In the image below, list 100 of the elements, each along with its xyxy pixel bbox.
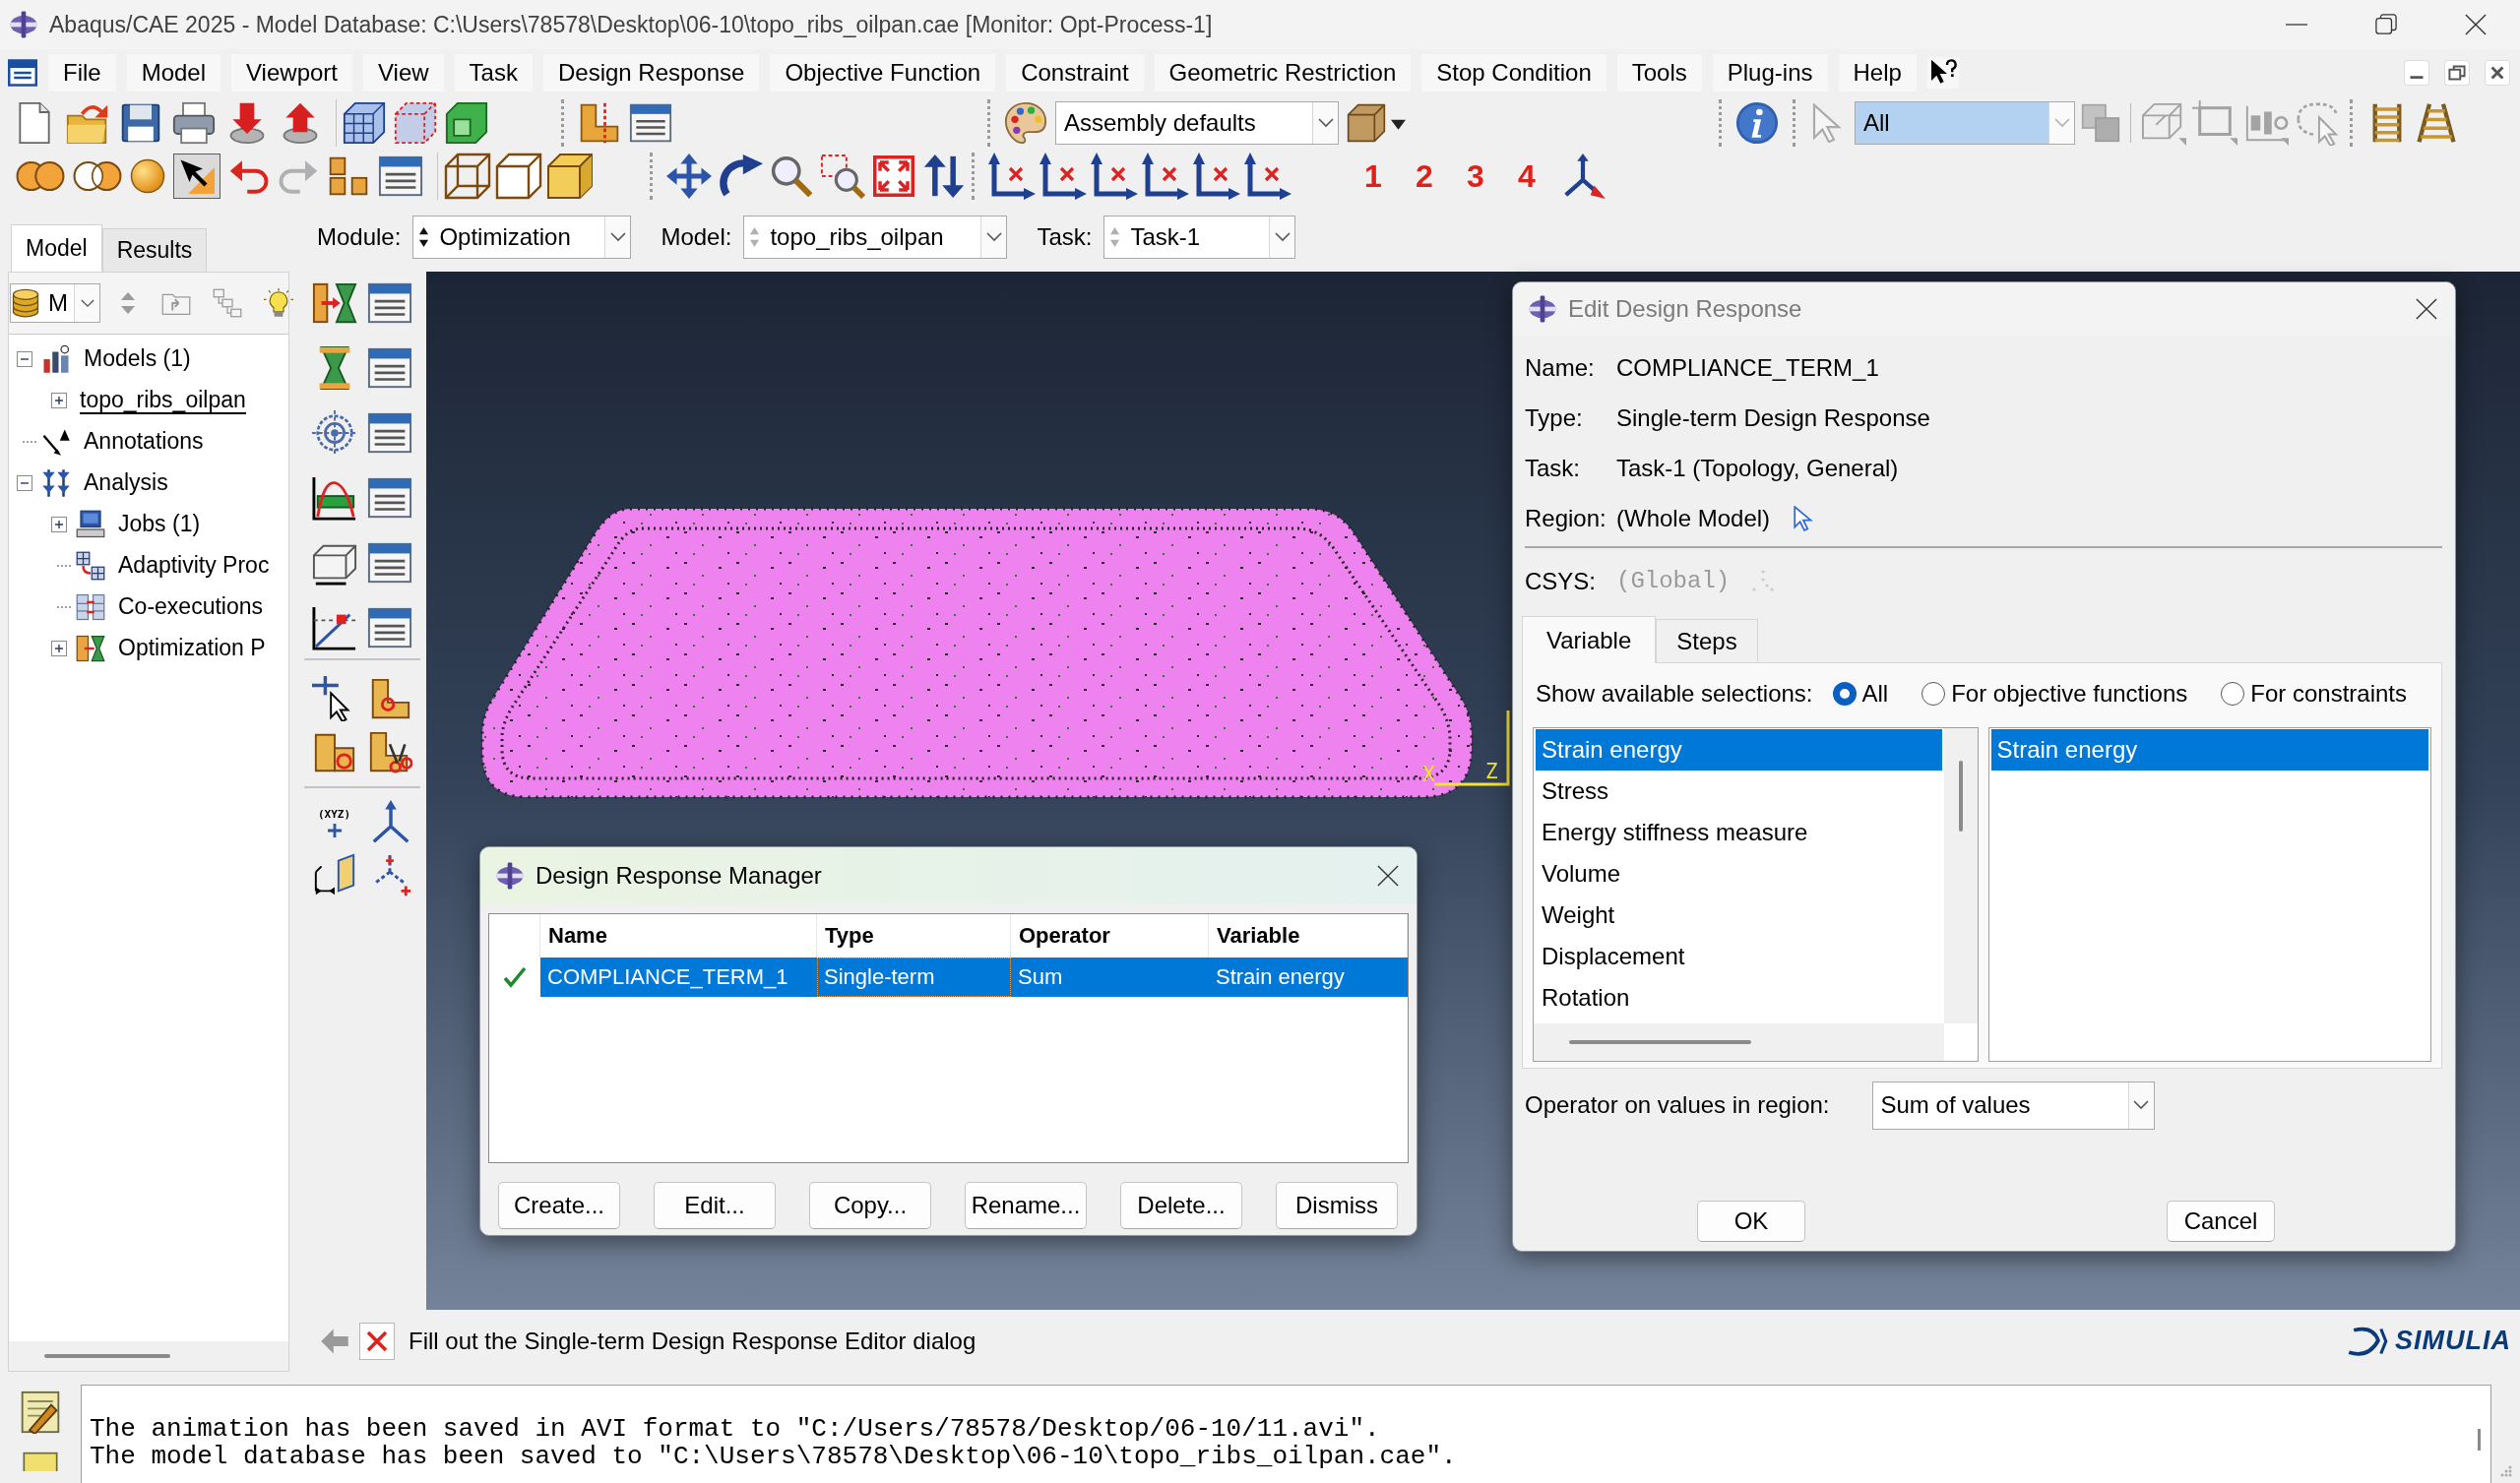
scrollbar[interactable] (9, 1341, 288, 1371)
list-item[interactable]: Strain energy (1990, 729, 2428, 771)
context-combo[interactable]: Optimization (412, 216, 632, 259)
plus-icon[interactable] (327, 824, 342, 837)
split-load-icon[interactable] (311, 280, 357, 326)
menu-item[interactable]: Model (126, 54, 221, 92)
dialog-button[interactable]: Create... (498, 1182, 620, 1229)
dialog-button[interactable]: Delete... (1120, 1182, 1242, 1229)
cancel-button[interactable] (359, 1322, 395, 1360)
close-icon[interactable] (2464, 14, 2487, 35)
dialog-button[interactable]: OK (1697, 1201, 1805, 1242)
caret-icon[interactable] (1317, 118, 1334, 128)
fit-view-icon[interactable] (873, 155, 914, 197)
dialog-button[interactable]: Dismiss (1276, 1182, 1398, 1229)
resize-grip-icon[interactable] (2499, 1465, 2512, 1477)
view-button[interactable]: 1 (1350, 154, 1397, 199)
list-item[interactable]: Strain energy (1536, 729, 1942, 771)
radio-circle-icon[interactable] (1922, 682, 1946, 706)
dashed-cube-icon[interactable] (394, 101, 437, 145)
list-item[interactable]: Weight (1536, 895, 1942, 936)
caret-icon[interactable] (1274, 232, 1291, 242)
magnify-icon[interactable] (771, 155, 812, 197)
sort-arrows-icon[interactable] (120, 291, 136, 315)
dialog-button[interactable]: Cancel (2167, 1201, 2275, 1242)
restore-icon[interactable] (2374, 14, 2397, 35)
lightbulb-icon[interactable] (264, 288, 293, 318)
list-item[interactable]: Volume (1536, 853, 1942, 895)
table-icon[interactable] (378, 154, 423, 199)
render-style-combo[interactable]: Assembly defaults (1055, 101, 1339, 145)
scrollbar[interactable] (1943, 728, 1978, 1023)
rotate-icon[interactable] (720, 154, 763, 198)
axes-view-icon[interactable] (1040, 153, 1087, 200)
menu-item[interactable]: Help (1838, 54, 1917, 92)
save-icon[interactable] (119, 101, 162, 145)
menu-item[interactable]: Constraint (1006, 54, 1144, 92)
shaded-cube-icon[interactable] (546, 153, 594, 200)
selection-filter-combo[interactable]: All (1855, 101, 2075, 145)
caret-icon[interactable] (80, 298, 94, 308)
curve-chart-icon[interactable] (311, 475, 357, 521)
table-icon[interactable] (366, 540, 412, 586)
parts-icon[interactable] (327, 154, 370, 198)
menu-item[interactable]: Geometric Restriction (1154, 54, 1412, 92)
tree-item[interactable]: Adaptivity Proc (118, 552, 270, 580)
mdi-close-icon[interactable] (2485, 60, 2510, 86)
section-icon[interactable] (578, 101, 621, 145)
panel-tab[interactable]: Results (101, 228, 208, 272)
close-icon[interactable] (2416, 298, 2437, 320)
view-button[interactable]: 3 (1452, 154, 1499, 199)
nested-cube-icon[interactable] (445, 101, 488, 145)
database-icon[interactable] (11, 288, 40, 318)
sphere-icon[interactable] (130, 158, 165, 194)
axes-view-icon[interactable] (1142, 153, 1189, 200)
tree-item[interactable]: Co-executions (118, 593, 264, 621)
radio-button[interactable]: For constraints (2221, 680, 2407, 708)
list-item[interactable]: Displacement (1536, 936, 1942, 977)
datum-point-button[interactable]: (XYZ) (310, 798, 358, 847)
menu-item[interactable]: Objective Function (770, 54, 996, 92)
operator-combo[interactable]: Sum of values (1871, 1081, 2155, 1130)
pan-icon[interactable] (666, 154, 712, 199)
minimize-icon[interactable] (2285, 24, 2307, 26)
expand-icon[interactable] (51, 641, 67, 656)
caret-icon[interactable] (985, 232, 1002, 242)
target-icon[interactable] (311, 410, 357, 456)
hidden-line-cube-icon[interactable] (495, 153, 542, 200)
tree-item[interactable]: Optimization P (118, 635, 266, 662)
scrollbar[interactable] (1534, 1023, 1944, 1061)
pick-button[interactable] (173, 154, 220, 199)
menu-item[interactable]: Task (454, 54, 533, 92)
dialog-button[interactable]: Rename... (965, 1182, 1087, 1229)
context-combo[interactable]: Task-1 (1103, 216, 1296, 259)
collapse-icon[interactable] (17, 351, 32, 367)
info-icon[interactable] (1735, 101, 1779, 145)
trestle-icon[interactable] (2416, 102, 2457, 144)
menu-item[interactable]: File (48, 54, 116, 92)
radio-circle-icon[interactable] (2221, 682, 2245, 706)
mdi-restore-icon[interactable] (2444, 60, 2470, 86)
menu-item[interactable]: Plug-ins (1712, 54, 1828, 92)
view-button[interactable]: 2 (1401, 154, 1448, 199)
tree-item[interactable]: Models (1) (84, 345, 191, 373)
cube-dropdown-icon[interactable] (1347, 103, 1406, 143)
collapse-icon[interactable] (17, 475, 32, 491)
palette-icon[interactable] (1004, 101, 1047, 145)
tree-item[interactable]: Annotations (84, 428, 204, 456)
expand-icon[interactable] (51, 517, 67, 532)
menu-item[interactable]: View (363, 54, 444, 92)
notepad-icon[interactable] (19, 1390, 62, 1434)
mdi-minimize-icon[interactable] (2404, 60, 2429, 86)
view-button[interactable]: 4 (1503, 154, 1550, 199)
caret-icon[interactable] (2133, 1100, 2149, 1110)
table-icon[interactable] (629, 101, 672, 145)
chosen-variable-list[interactable]: Strain energy (1987, 727, 2431, 1062)
tree-item[interactable]: topo_ribs_oilpan (80, 387, 246, 414)
menu-item[interactable]: Tools (1616, 54, 1702, 92)
line-chart-icon[interactable] (311, 605, 357, 650)
pick-arrow-icon[interactable] (179, 158, 215, 194)
flip-arrows-icon[interactable] (922, 154, 966, 198)
axes-view-icon[interactable] (1244, 153, 1292, 200)
table-icon[interactable] (366, 410, 412, 456)
menu-item[interactable]: Viewport (231, 54, 352, 92)
menu-item[interactable]: Stop Condition (1421, 54, 1606, 92)
